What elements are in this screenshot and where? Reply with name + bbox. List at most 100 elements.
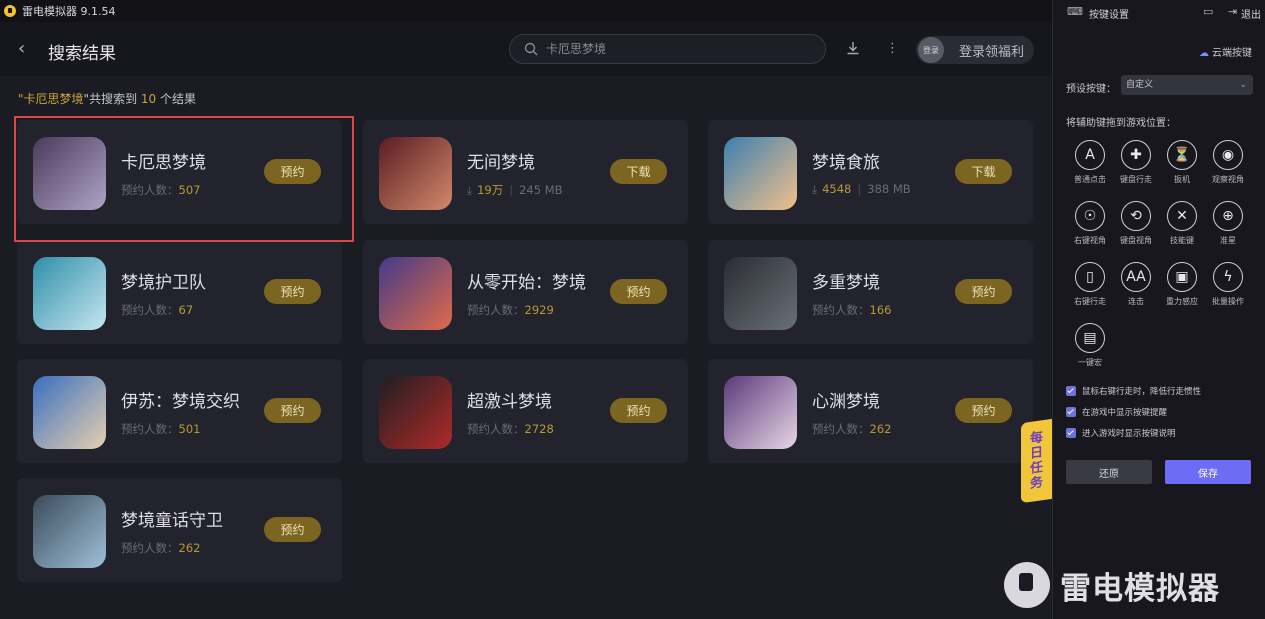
more-menu-icon[interactable]: ⋮ (886, 41, 899, 56)
meta-value: 67 (178, 303, 194, 317)
game-meta: 预约人数：262 (812, 421, 891, 437)
key-gravity[interactable]: ▣ 重力感应 (1159, 262, 1205, 307)
reserve-button[interactable]: 预约 (264, 159, 321, 184)
game-title: 伊苏：梦境交织 (121, 392, 240, 412)
key-mouse[interactable]: ▯ 右键行走 (1067, 262, 1113, 307)
key-bolt[interactable]: ϟ 批量操作 (1205, 262, 1251, 307)
key-label: 键盘视角 (1120, 236, 1152, 245)
option-checkbox[interactable]: 在游戏中显示按键提醒 (1066, 406, 1201, 418)
game-title: 梦境童话守卫 (121, 511, 223, 531)
key-skill[interactable]: ✕ 技能键 (1159, 201, 1205, 246)
game-icon (33, 137, 106, 210)
reserve-button[interactable]: 预约 (264, 279, 321, 304)
key-dpad[interactable]: ✚ 键盘行走 (1113, 140, 1159, 185)
folder-icon[interactable]: ▭ (1203, 5, 1213, 18)
result-card[interactable]: 多重梦境 预约人数：166 预约 (708, 240, 1033, 344)
game-icon (33, 376, 106, 449)
right-view-icon: ☉ (1075, 201, 1105, 231)
option-label: 在游戏中显示按键提醒 (1082, 408, 1168, 418)
game-meta: ⤓ 19万 | 245 MB (467, 182, 563, 198)
summary-keyword: 卡厄思梦境 (23, 92, 84, 106)
key-label: 连击 (1128, 297, 1144, 306)
exit-icon[interactable]: ⇥ (1228, 5, 1237, 18)
search-summary: "卡厄思梦境"共搜索到 10 个结果 (18, 90, 196, 107)
game-title: 梦境护卫队 (121, 273, 206, 293)
reserve-button[interactable]: 预约 (264, 398, 321, 423)
drag-hint: 将辅助键拖到游戏位置： (1066, 118, 1176, 129)
meta-value: 501 (178, 422, 201, 436)
checkbox-checked-icon[interactable] (1066, 386, 1076, 396)
result-card[interactable]: 卡厄思梦境 预约人数：507 预约 (17, 120, 342, 224)
reserve-button[interactable]: 预约 (610, 398, 667, 423)
daily-task-badge[interactable]: 每 日 任 务 (1021, 418, 1052, 504)
meta-divider: | (509, 183, 514, 197)
game-meta: 预约人数：262 (121, 540, 200, 556)
option-label: 鼠标右键行走时，降低行走惯性 (1082, 387, 1202, 397)
eye-icon: ◉ (1213, 140, 1243, 170)
login-button[interactable]: 登录 登录领福利 (916, 36, 1034, 64)
result-card[interactable]: 梦境护卫队预约人数：67 预约 (17, 240, 342, 344)
preset-label: 预设按键： (1066, 84, 1116, 95)
game-title: 无间梦境 (467, 153, 535, 173)
gravity-icon: ▣ (1167, 262, 1197, 292)
exit-button[interactable]: 退出 (1241, 6, 1261, 21)
meta-label: 预约人数： (121, 303, 179, 317)
save-button[interactable]: 保存 (1165, 460, 1251, 484)
preset-select[interactable]: 自定义 ⌄ (1121, 75, 1253, 95)
result-card[interactable]: 梦境食旅 ⤓ 4548 | 388 MB 下载 (708, 120, 1033, 224)
reserve-button[interactable]: 预约 (955, 398, 1012, 423)
option-checkbox[interactable]: 进入游戏时显示按键说明 (1066, 427, 1201, 439)
meta-label: 预约人数： (812, 422, 870, 436)
reserve-button[interactable]: 预约 (955, 279, 1012, 304)
meta-label: 预约人数： (121, 183, 179, 197)
key-label: 技能键 (1170, 236, 1194, 245)
meta-value: 262 (869, 422, 892, 436)
reset-button[interactable]: 还原 (1066, 460, 1152, 484)
back-arrow-icon[interactable]: ‹ (18, 38, 25, 59)
option-label: 进入游戏时显示按键说明 (1082, 429, 1176, 439)
chevron-down-icon: ⌄ (1239, 80, 1247, 90)
skill-icon: ✕ (1167, 201, 1197, 231)
search-box[interactable] (509, 34, 826, 64)
download-button[interactable]: 下载 (610, 159, 667, 184)
meta-value: 2929 (524, 303, 554, 317)
key-trigger[interactable]: ⏳ 扳机 (1159, 140, 1205, 185)
game-title: 心渊梦境 (812, 392, 880, 412)
reserve-button[interactable]: 预约 (610, 279, 667, 304)
result-card[interactable]: 无间梦境 ⤓ 19万 | 245 MB 下载 (363, 120, 688, 224)
result-card[interactable]: 梦境童话守卫预约人数：262 预约 (17, 478, 342, 582)
key-keyboard-view[interactable]: ⟲ 键盘视角 (1113, 201, 1159, 246)
key-right-view[interactable]: ☉ 右键视角 (1067, 201, 1113, 246)
game-meta: 预约人数：2728 (467, 421, 554, 437)
crosshair-icon: ⊕ (1213, 201, 1243, 231)
mouse-icon: ▯ (1075, 262, 1105, 292)
task-badge-char: 务 (1029, 475, 1043, 492)
file-size: 245 MB (519, 183, 563, 197)
key-macro[interactable]: ▤ 一键宏 (1067, 323, 1113, 368)
key-click[interactable]: A 普通点击 (1067, 140, 1113, 185)
meta-value: 19万 (477, 183, 504, 197)
checkbox-checked-icon[interactable] (1066, 407, 1076, 417)
option-checkbox[interactable]: 鼠标右键行走时，降低行走惯性 (1066, 385, 1201, 397)
checkbox-checked-icon[interactable] (1066, 428, 1076, 438)
key-label: 键盘行走 (1120, 175, 1152, 184)
key-eye[interactable]: ◉ 观察视角 (1205, 140, 1251, 185)
reserve-button[interactable]: 预约 (264, 517, 321, 542)
result-card[interactable]: 心渊梦境预约人数：262 预约 (708, 359, 1033, 463)
result-card[interactable]: 伊苏：梦境交织 预约人数：501 预约 (17, 359, 342, 463)
result-card[interactable]: 超激斗梦境 预约人数：2728 预约 (363, 359, 688, 463)
game-title: 多重梦境 (812, 273, 880, 293)
key-label: 普通点击 (1074, 175, 1106, 184)
search-input[interactable] (546, 40, 806, 58)
result-card[interactable]: 从零开始：梦境 预约人数：2929 预约 (363, 240, 688, 344)
download-icon[interactable] (846, 41, 860, 59)
preset-value: 自定义 (1126, 80, 1154, 90)
cloud-keys-button[interactable]: ☁ 云端按键 (1199, 44, 1252, 59)
game-icon (724, 137, 797, 210)
key-label: 批量操作 (1212, 297, 1244, 306)
key-crosshair[interactable]: ⊕ 准星 (1205, 201, 1251, 246)
download-button[interactable]: 下载 (955, 159, 1012, 184)
click-icon: A (1075, 140, 1105, 170)
keyboard-view-icon: ⟲ (1121, 201, 1151, 231)
key-combo[interactable]: AA 连击 (1113, 262, 1159, 307)
